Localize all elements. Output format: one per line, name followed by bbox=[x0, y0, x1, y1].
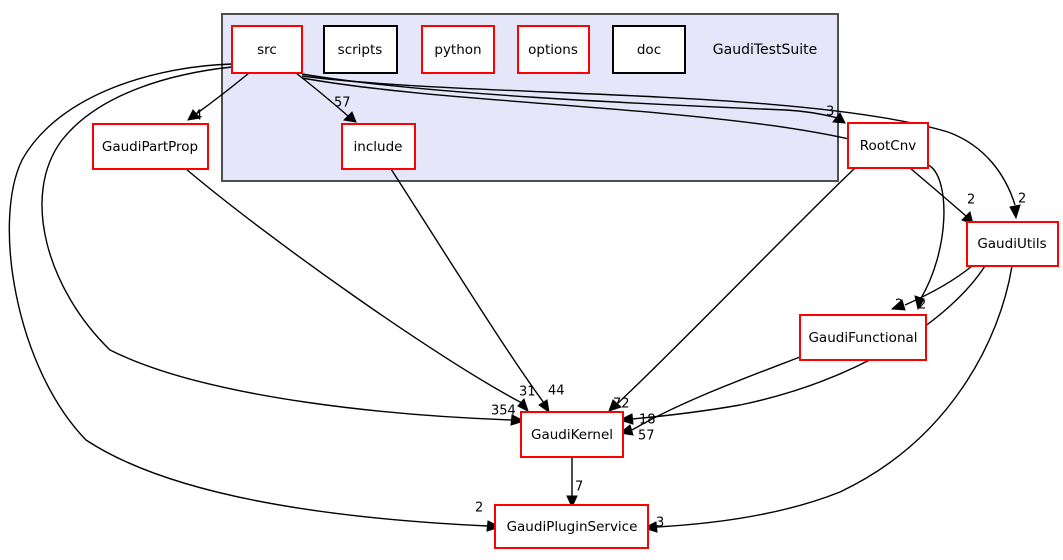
edge-rootcnv-gaudikernel: 72 bbox=[608, 167, 856, 412]
node-scripts[interactable]: scripts bbox=[323, 25, 398, 74]
edge-gaudifunctional-gaudikernel: 57 bbox=[618, 356, 801, 444]
edge-label-src-gaudipartprop: 4 bbox=[194, 109, 202, 124]
edge-gaudiutils-gaudipluginservice: 3 bbox=[642, 265, 1013, 533]
edge-label-src-gaudifunctional: 2 bbox=[918, 298, 926, 313]
edge-label-gaudifunctional-gaudikernel: 57 bbox=[638, 429, 655, 444]
node-include[interactable]: include bbox=[341, 123, 416, 170]
edge-label-rootcnv-gaudiutils: 2 bbox=[967, 193, 975, 208]
node-label-options: options bbox=[528, 42, 578, 58]
edge-label-src-gaudipluginservice: 2 bbox=[475, 501, 483, 516]
node-label-rootcnv: RootCnv bbox=[860, 138, 917, 154]
node-label-gaudikernel: GaudiKernel bbox=[531, 427, 613, 443]
edge-label-gaudipartprop-gaudikernel: 31 bbox=[519, 385, 536, 400]
dependency-graph: GaudiTestSuite 4 57 3 2 2 354 2 44 31 72… bbox=[8, 13, 1059, 549]
edge-gaudikernel-gaudipluginservice: 7 bbox=[566, 457, 583, 509]
node-label-gaudipluginservice: GaudiPluginService bbox=[507, 519, 638, 535]
edge-label-src-gaudikernel: 354 bbox=[491, 404, 516, 419]
node-options[interactable]: options bbox=[517, 25, 590, 74]
node-gaudipartprop[interactable]: GaudiPartProp bbox=[92, 123, 209, 170]
edge-label-gaudiutils-gaudipluginservice: 3 bbox=[656, 516, 664, 531]
edge-label-src-include: 57 bbox=[334, 96, 351, 111]
edge-label-include-gaudikernel: 44 bbox=[548, 384, 565, 399]
edge-label-gaudiutils-gaudifunctional: 2 bbox=[895, 298, 903, 313]
node-label-include: include bbox=[354, 139, 403, 155]
node-gaudipluginservice[interactable]: GaudiPluginService bbox=[494, 504, 649, 549]
node-label-gaudiutils: GaudiUtils bbox=[977, 236, 1046, 252]
node-src[interactable]: src bbox=[231, 25, 303, 74]
node-gaudifunctional[interactable]: GaudiFunctional bbox=[799, 314, 927, 361]
node-gaudikernel[interactable]: GaudiKernel bbox=[520, 411, 624, 458]
node-label-gaudipartprop: GaudiPartProp bbox=[102, 139, 198, 155]
edge-label-gaudikernel-gaudipluginservice: 7 bbox=[575, 480, 583, 495]
node-label-doc: doc bbox=[637, 42, 661, 58]
cluster-label: GaudiTestSuite bbox=[713, 42, 817, 58]
edge-label-src-rootcnv: 3 bbox=[826, 105, 834, 120]
edge-rootcnv-gaudiutils: 2 bbox=[909, 167, 975, 225]
edge-label-rootcnv-gaudikernel: 72 bbox=[613, 397, 630, 412]
node-python[interactable]: python bbox=[421, 25, 495, 74]
node-label-scripts: scripts bbox=[338, 42, 383, 58]
node-gaudiutils[interactable]: GaudiUtils bbox=[966, 221, 1059, 267]
node-label-gaudifunctional: GaudiFunctional bbox=[808, 330, 917, 346]
edge-include-gaudikernel: 44 bbox=[390, 168, 565, 414]
edge-label-src-gaudiutils: 2 bbox=[1018, 192, 1026, 207]
node-rootcnv[interactable]: RootCnv bbox=[847, 122, 929, 169]
edge-gaudipartprop-gaudikernel: 31 bbox=[185, 168, 536, 412]
node-label-src: src bbox=[257, 42, 277, 58]
node-doc[interactable]: doc bbox=[612, 25, 686, 74]
edge-gaudiutils-gaudifunctional: 2 bbox=[890, 265, 973, 313]
node-label-python: python bbox=[434, 42, 481, 58]
